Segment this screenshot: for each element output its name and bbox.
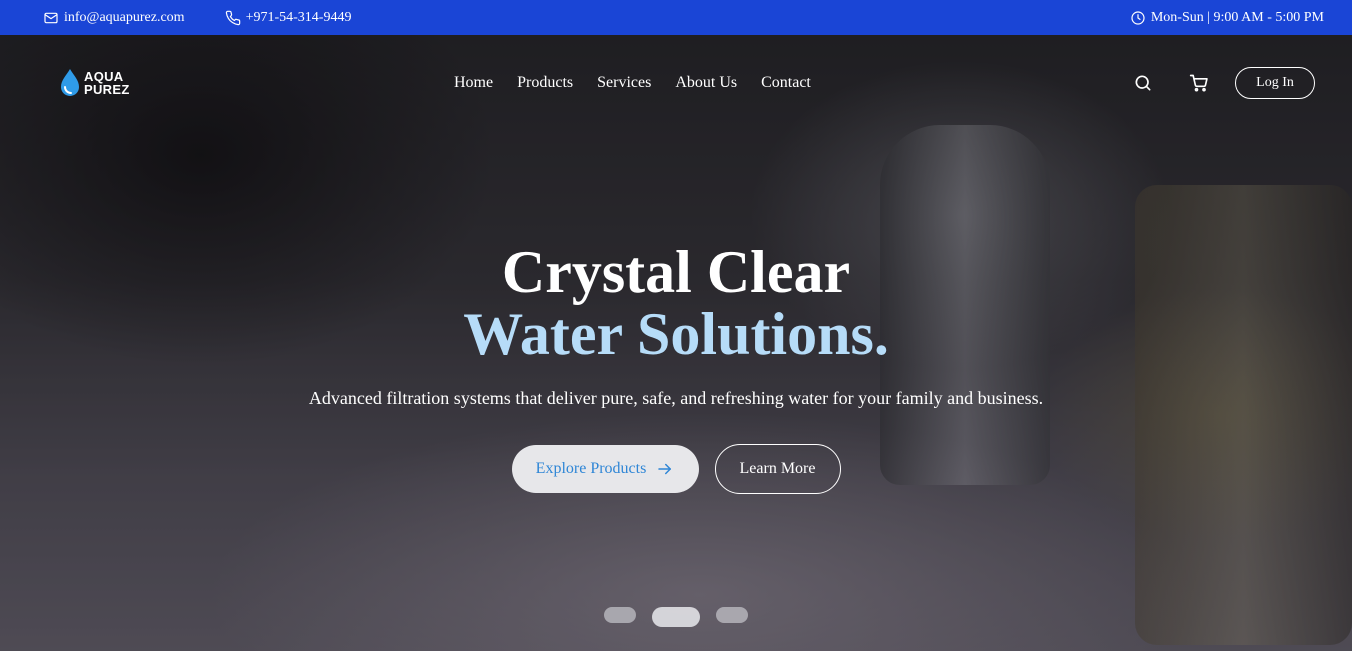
email-contact[interactable]: info@aquapurez.com [43, 10, 185, 26]
hero-title-line-1: Crystal Clear [501, 239, 851, 305]
cart-button[interactable] [1187, 71, 1211, 95]
business-hours: Mon-Sun | 9:00 AM - 5:00 PM [1130, 10, 1324, 26]
phone-text[interactable]: +971-54-314-9449 [246, 10, 352, 26]
phone-contact[interactable]: +971-54-314-9449 [225, 10, 352, 26]
learn-more-button[interactable]: Learn More [714, 444, 841, 494]
water-drop-logo-icon [61, 69, 79, 96]
hours-text: Mon-Sun | 9:00 AM - 5:00 PM [1150, 9, 1324, 25]
site-logo[interactable]: AQUA PUREZ [58, 68, 130, 98]
shopping-cart-icon [1189, 74, 1208, 92]
search-icon [1135, 75, 1151, 91]
hero-cta-row: Explore Products Learn More [0, 444, 1352, 494]
search-button[interactable] [1131, 71, 1155, 95]
clock-icon [1131, 10, 1145, 25]
hero-content: Crystal Clear Water Solutions. Advanced … [0, 240, 1352, 494]
explore-products-label: Explore Products [535, 460, 647, 477]
main-navbar: AQUA PUREZ Home Products Services About … [0, 35, 1352, 131]
carousel-indicators [604, 607, 748, 627]
carousel-dot-2-active[interactable] [652, 607, 700, 627]
nav-link-about-us[interactable]: About Us [675, 74, 737, 92]
arrow-right-icon [658, 463, 672, 475]
login-button[interactable]: Log In [1235, 67, 1315, 99]
nav-link-services[interactable]: Services [597, 74, 651, 92]
hero-title-line-2: Water Solutions. [463, 301, 889, 367]
email-text[interactable]: info@aquapurez.com [64, 10, 185, 26]
nav-link-contact[interactable]: Contact [761, 74, 811, 92]
top-contact-bar: info@aquapurez.com +971-54-314-9449 Mon-… [0, 0, 1352, 35]
nav-actions: Log In [1131, 67, 1315, 99]
hero-subtitle: Advanced filtration systems that deliver… [308, 388, 1044, 408]
explore-products-button[interactable]: Explore Products [511, 445, 699, 493]
primary-navigation: Home Products Services About Us Contact [454, 74, 811, 92]
logo-wordmark: AQUA PUREZ [84, 70, 130, 96]
nav-link-home[interactable]: Home [454, 74, 493, 92]
phone-icon [225, 10, 240, 25]
nav-link-products[interactable]: Products [517, 74, 573, 92]
carousel-dot-1[interactable] [604, 607, 636, 623]
carousel-dot-3[interactable] [716, 607, 748, 623]
logo-line-2: PUREZ [84, 82, 130, 97]
mail-icon [44, 12, 58, 23]
